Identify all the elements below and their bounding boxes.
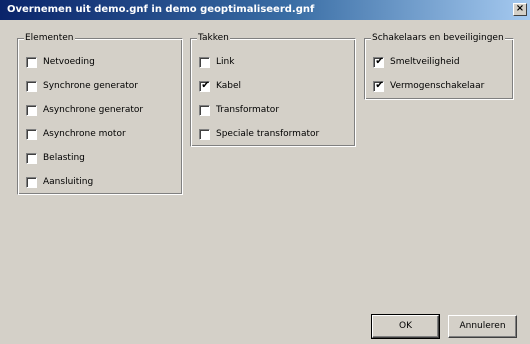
checkbox[interactable] [26, 128, 37, 140]
checkbox[interactable] [199, 128, 210, 140]
group-schakelaars: Schakelaars en beveiligingen ✔ Smeltveili… [364, 33, 514, 100]
group-label-schakelaars: Schakelaars en beveiligingen [371, 33, 505, 44]
checkbox[interactable] [26, 56, 37, 68]
checkbox-label: Aansluiting [43, 177, 94, 187]
checkbox-row-vermogenschakelaar[interactable]: ✔ Vermogenschakelaar [373, 79, 484, 93]
ok-button[interactable]: OK [371, 314, 440, 339]
checkbox-row-asynchrone-motor[interactable]: Asynchrone motor [26, 127, 126, 141]
checkbox[interactable] [199, 56, 210, 68]
checkmark-icon: ✔ [375, 79, 384, 91]
checkbox-label: Asynchrone motor [43, 129, 126, 139]
group-elementen: Elementen Netvoeding Synchrone generator A… [17, 33, 183, 195]
checkmark-icon: ✔ [375, 55, 384, 67]
group-label-takken: Takken [197, 33, 230, 44]
checkbox-row-netvoeding[interactable]: Netvoeding [26, 55, 95, 69]
checkbox-row-asynchrone-generator[interactable]: Asynchrone generator [26, 103, 143, 117]
checkbox-row-speciale-transformator[interactable]: Speciale transformator [199, 127, 319, 141]
close-icon: × [515, 3, 525, 14]
close-button[interactable]: × [513, 3, 527, 16]
checkbox[interactable] [199, 104, 210, 116]
checkbox[interactable] [26, 152, 37, 164]
checkbox-label: Speciale transformator [216, 129, 320, 139]
checkbox-label: Vermogenschakelaar [390, 81, 485, 91]
checkbox-label: Smeltveiligheid [390, 57, 460, 67]
checkbox[interactable]: ✔ [373, 55, 384, 68]
group-label-elementen: Elementen [24, 33, 75, 44]
checkbox[interactable] [26, 104, 37, 116]
checkbox-label: Link [216, 57, 235, 67]
checkbox-label: Synchrone generator [43, 81, 138, 91]
window-title: Overnemen uit demo.gnf in demo geoptimal… [7, 4, 315, 15]
checkmark-icon: ✔ [201, 79, 210, 91]
checkbox-label: Kabel [216, 81, 242, 91]
checkbox[interactable]: ✔ [373, 79, 384, 92]
checkbox-row-link[interactable]: Link [199, 55, 234, 69]
checkbox-label: Transformator [216, 105, 280, 115]
checkbox-label: Netvoeding [43, 57, 95, 67]
checkbox-row-belasting[interactable]: Belasting [26, 151, 85, 165]
cancel-button[interactable]: Annuleren [448, 315, 517, 338]
group-takken: Takken Link ✔ Kabel Transformator Speciale t… [190, 33, 356, 147]
checkbox-row-transformator[interactable]: Transformator [199, 103, 279, 117]
checkbox-row-aansluiting[interactable]: Aansluiting [26, 175, 93, 189]
dialog-window: Overnemen uit demo.gnf in demo geoptimal… [0, 0, 530, 344]
checkbox-row-kabel[interactable]: ✔ Kabel [199, 79, 241, 93]
checkbox-row-smeltveiligheid[interactable]: ✔ Smeltveiligheid [373, 55, 460, 69]
checkbox-row-synchrone-generator[interactable]: Synchrone generator [26, 79, 138, 93]
checkbox[interactable]: ✔ [199, 79, 210, 92]
checkbox[interactable] [26, 176, 37, 188]
title-bar: Overnemen uit demo.gnf in demo geoptimal… [0, 0, 530, 20]
checkbox[interactable] [26, 80, 37, 92]
checkbox-label: Asynchrone generator [43, 105, 144, 115]
checkbox-label: Belasting [43, 153, 85, 163]
